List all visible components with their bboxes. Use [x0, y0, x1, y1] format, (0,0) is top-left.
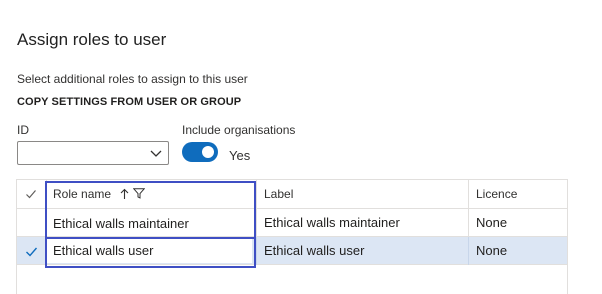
column-header-label[interactable]: Label	[264, 180, 293, 208]
chevron-down-icon[interactable]	[149, 146, 163, 160]
column-header-licence[interactable]: Licence	[476, 180, 517, 208]
label-cell: Ethical walls user	[264, 243, 365, 258]
checkmark-icon[interactable]	[25, 245, 38, 258]
cell-separator	[468, 209, 469, 237]
id-combobox[interactable]	[17, 141, 169, 165]
cell-separator	[468, 237, 469, 265]
dialog-title: Assign roles to user	[17, 30, 167, 49]
include-organisations-toggle[interactable]	[182, 142, 218, 162]
include-organisations-label: Include organisations	[182, 123, 296, 137]
licence-cell: None	[476, 243, 508, 258]
copy-settings-heading: COPY SETTINGS FROM USER OR GROUP	[17, 96, 242, 108]
toggle-knob	[202, 146, 214, 158]
highlight-divider	[45, 237, 256, 239]
checkmark-icon[interactable]	[25, 188, 37, 200]
id-label: ID	[17, 123, 29, 137]
label-cell: Ethical walls maintainer	[264, 215, 400, 230]
header-separator	[256, 180, 257, 208]
id-input[interactable]	[20, 144, 152, 164]
role-name-column-highlight	[45, 181, 256, 268]
include-organisations-state: Yes	[229, 148, 251, 163]
licence-cell: None	[476, 215, 508, 230]
cell-separator	[256, 237, 257, 265]
instruction-text: Select additional roles to assign to thi…	[17, 72, 248, 86]
cell-separator	[256, 209, 257, 237]
header-separator	[468, 180, 469, 208]
